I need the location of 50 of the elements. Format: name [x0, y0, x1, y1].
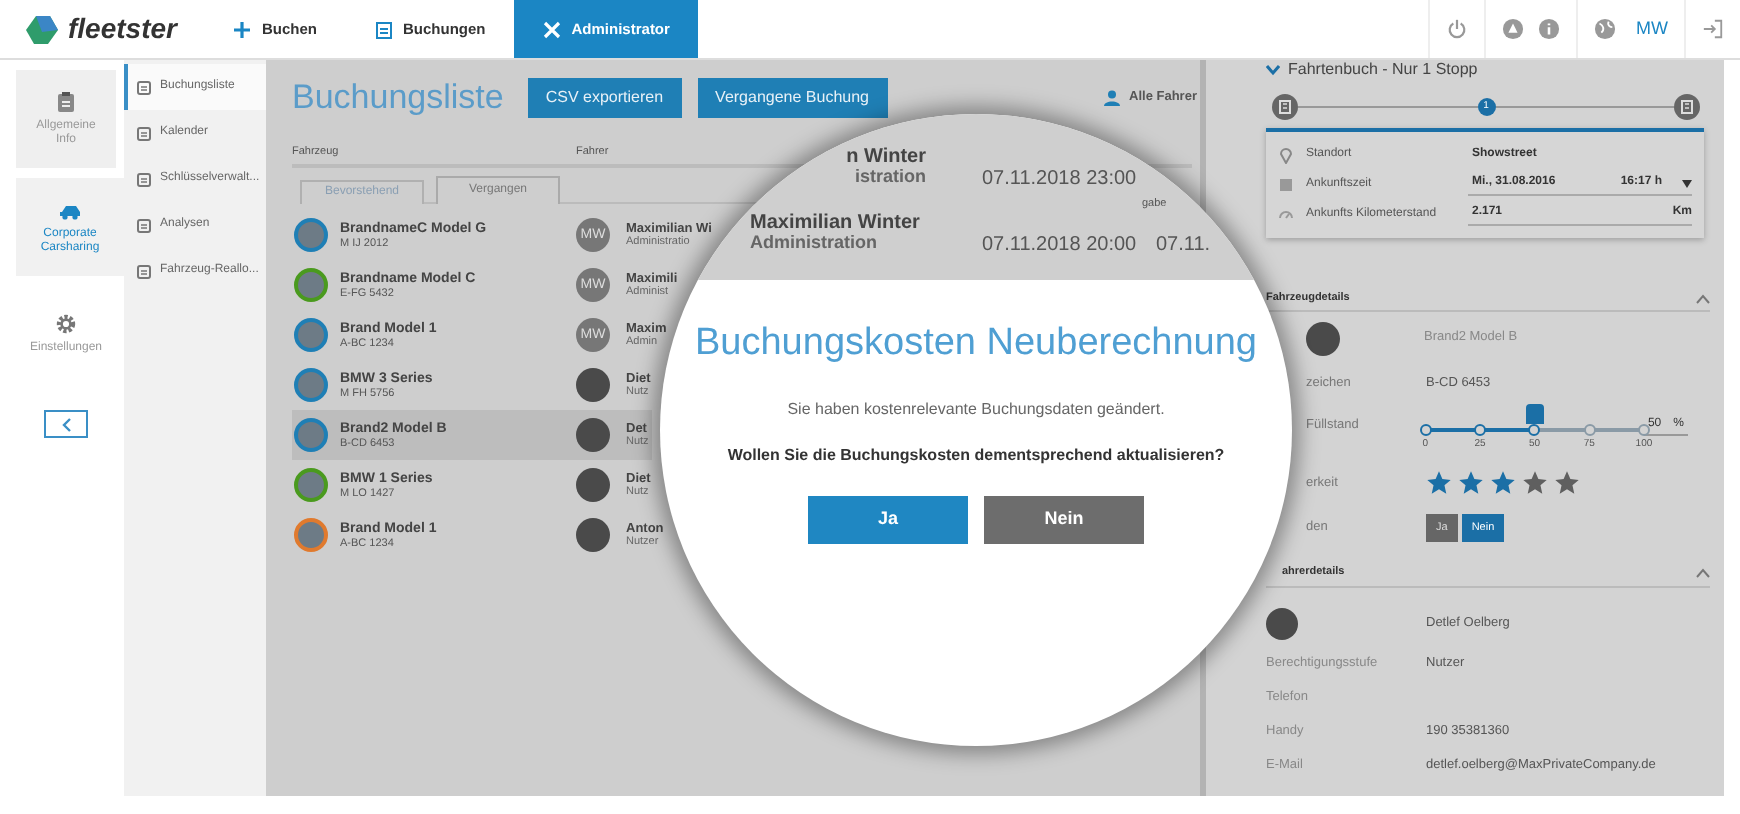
logo-text: fleetster — [68, 10, 177, 48]
chevron-up-icon[interactable] — [1696, 567, 1710, 578]
driver-role: istration — [852, 168, 926, 188]
vehicle-photo — [1306, 321, 1340, 356]
section-title: Fahrtenbuch - Nur 1 Stopp — [1288, 58, 1478, 82]
logout-icon[interactable] — [1702, 18, 1724, 40]
start-time: 07.11.2018 20:00 — [982, 232, 1139, 260]
star-icon — [1426, 470, 1452, 497]
driver-photo — [1266, 607, 1298, 639]
collapse-button[interactable] — [44, 410, 88, 438]
building-icon — [1272, 94, 1298, 120]
dialog-question: Wollen Sie die Buchungskosten dementsprechend aktualisieren? — [725, 443, 1227, 467]
driver-role: Administration — [750, 234, 880, 254]
user-icon — [1103, 90, 1120, 106]
star-icon — [1554, 470, 1580, 497]
driver-photo — [576, 418, 610, 453]
driver-photo — [576, 468, 610, 503]
dialog-button[interactable]: Nein — [984, 495, 1144, 543]
star-icon — [1490, 470, 1516, 497]
chevron-down-icon — [1266, 64, 1280, 76]
driver-photo — [576, 518, 610, 553]
action-button[interactable]: CSV exportieren — [527, 78, 682, 118]
page-title: Buchungsliste — [292, 76, 504, 121]
power-icon[interactable] — [1446, 18, 1468, 40]
plus-icon — [232, 19, 252, 39]
driver-name: n Winter — [844, 146, 926, 168]
slider-handle[interactable] — [1526, 404, 1545, 425]
building-icon — [1674, 94, 1700, 120]
info-icon[interactable] — [1538, 18, 1560, 40]
settings-icon — [54, 312, 78, 337]
chevron-left-icon — [61, 417, 71, 431]
user-initials[interactable]: MW — [1636, 15, 1668, 43]
action-button[interactable]: Vergangene Buchung — [697, 78, 888, 118]
dialog-message: Sie haben kostenrelevante Buchungsdaten geändert. — [785, 397, 1167, 421]
star-icon — [1458, 470, 1484, 497]
caret-down-icon — [1682, 179, 1692, 187]
star-icon — [1522, 470, 1548, 497]
gauge-icon — [1278, 206, 1294, 224]
pin-icon — [1278, 146, 1294, 164]
chevron-up-icon[interactable] — [1696, 293, 1710, 304]
dialog-button[interactable]: Ja — [808, 495, 968, 543]
end-time: 07.11. — [1156, 232, 1213, 260]
driver-photo — [576, 368, 610, 403]
start-time: 07.11.2018 23:00 — [982, 166, 1139, 194]
alert-icon[interactable] — [1502, 18, 1524, 40]
list-icon — [136, 79, 152, 95]
star-rating[interactable] — [1426, 470, 1580, 497]
leaf-logo-icon — [24, 13, 60, 45]
driver-name: Maximilian Winter — [750, 212, 922, 234]
clipboard-icon — [54, 89, 78, 114]
